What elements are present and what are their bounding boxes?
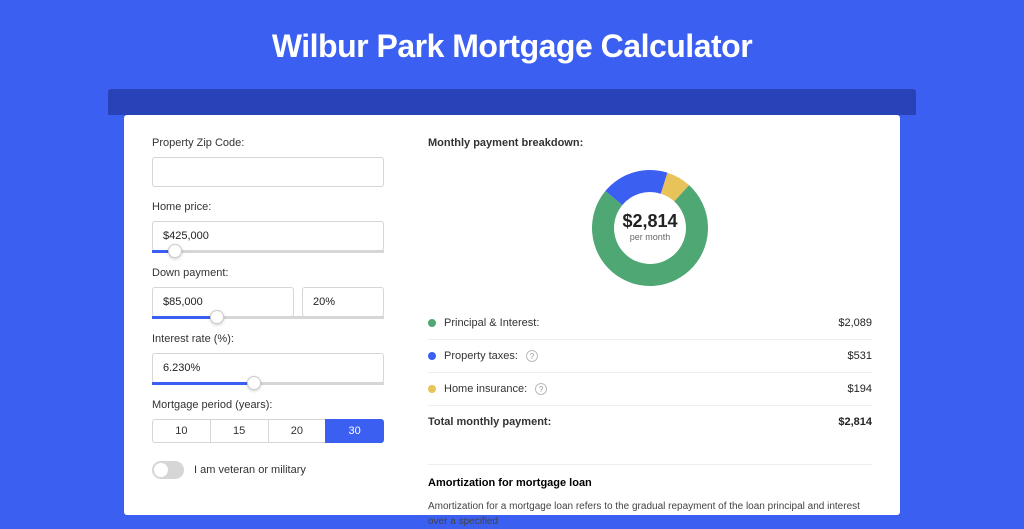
down-payment-slider[interactable] (152, 316, 384, 319)
legend-value: $531 (848, 350, 872, 362)
info-icon[interactable]: ? (526, 350, 538, 362)
legend-dot-icon (428, 319, 436, 327)
legend-row: Principal & Interest: $2,089 (428, 307, 872, 339)
legend-value: $2,089 (838, 317, 872, 329)
legend-label: Home insurance: (444, 383, 527, 395)
zip-label: Property Zip Code: (152, 137, 384, 149)
period-buttons: 10152030 (152, 419, 384, 443)
period-button-10[interactable]: 10 (152, 419, 211, 443)
amortization-text: Amortization for a mortgage loan refers … (428, 499, 872, 529)
slider-thumb[interactable] (168, 244, 182, 258)
legend-label: Property taxes: (444, 350, 518, 362)
slider-thumb[interactable] (247, 376, 261, 390)
breakdown-title: Monthly payment breakdown: (428, 137, 872, 149)
veteran-toggle[interactable] (152, 461, 184, 479)
rate-input[interactable] (152, 353, 384, 383)
legend: Principal & Interest: $2,089 Property taxe… (428, 307, 872, 405)
calculator-card: Property Zip Code: Home price: Down paym… (124, 115, 900, 515)
period-button-30[interactable]: 30 (325, 419, 384, 443)
donut-chart: $2,814 per month (428, 157, 872, 307)
zip-input[interactable] (152, 157, 384, 187)
home-price-input[interactable] (152, 221, 384, 251)
inputs-column: Property Zip Code: Home price: Down paym… (124, 115, 412, 515)
period-button-15[interactable]: 15 (210, 419, 269, 443)
info-icon[interactable]: ? (535, 383, 547, 395)
breakdown-column: Monthly payment breakdown: $2,814 per mo… (412, 115, 900, 515)
slider-thumb[interactable] (210, 310, 224, 324)
card-shadow (108, 89, 916, 115)
down-payment-label: Down payment: (152, 267, 384, 279)
veteran-label: I am veteran or military (194, 464, 306, 476)
total-value: $2,814 (838, 416, 872, 428)
home-price-label: Home price: (152, 201, 384, 213)
period-label: Mortgage period (years): (152, 399, 384, 411)
legend-label: Principal & Interest: (444, 317, 539, 329)
home-price-slider[interactable] (152, 250, 384, 253)
down-payment-pct-input[interactable] (302, 287, 384, 317)
total-label: Total monthly payment: (428, 416, 551, 428)
legend-row: Home insurance:? $194 (428, 372, 872, 405)
legend-dot-icon (428, 385, 436, 393)
page-title: Wilbur Park Mortgage Calculator (0, 0, 1024, 89)
period-button-20[interactable]: 20 (268, 419, 327, 443)
amortization-title: Amortization for mortgage loan (428, 464, 872, 489)
legend-row: Property taxes:? $531 (428, 339, 872, 372)
rate-slider[interactable] (152, 382, 384, 385)
donut-center-sub: per month (630, 232, 671, 242)
donut-center-value: $2,814 (622, 211, 677, 231)
legend-dot-icon (428, 352, 436, 360)
legend-value: $194 (848, 383, 872, 395)
rate-label: Interest rate (%): (152, 333, 384, 345)
